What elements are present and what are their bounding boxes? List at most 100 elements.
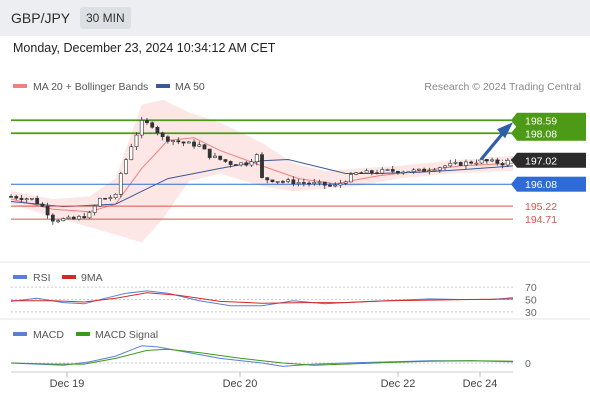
rsi-legend-label: RSI xyxy=(33,272,51,284)
candle-body xyxy=(317,181,322,184)
candle-body xyxy=(260,154,264,178)
candle-body xyxy=(406,171,411,174)
candle-body xyxy=(77,216,81,220)
candle-body xyxy=(490,159,494,162)
candle-body xyxy=(244,162,249,166)
x-tick-label: Dec 19 xyxy=(50,378,85,390)
candle-body xyxy=(87,212,92,219)
pivot-label-text: 196.08 xyxy=(525,179,557,191)
resistance-label-text: 198.08 xyxy=(525,128,557,140)
candle-body xyxy=(375,172,379,175)
candle-body xyxy=(24,198,29,201)
x-axis: Dec 19 Dec 20 Dec 22 Dec 24 xyxy=(50,372,498,390)
candle-body xyxy=(30,197,34,200)
candle-body xyxy=(464,161,468,166)
candle-body xyxy=(453,162,458,164)
candle-body xyxy=(322,181,327,186)
rsi-ma-legend-swatch xyxy=(62,275,76,279)
candle-body xyxy=(249,161,254,166)
candle-body xyxy=(113,194,118,198)
candle-body xyxy=(239,162,243,166)
last_price-label-text: 197.02 xyxy=(525,155,557,167)
candle-body xyxy=(312,182,317,184)
candle-body xyxy=(254,154,259,163)
rsi-tick-label: 50 xyxy=(525,295,537,307)
rsi-tick-label: 30 xyxy=(525,307,537,319)
rsi-panel: 705030 xyxy=(10,282,537,319)
candle-body xyxy=(416,168,421,171)
candle-body xyxy=(213,155,217,158)
candle-body xyxy=(390,169,395,172)
candle-body xyxy=(369,170,374,174)
candle-body xyxy=(233,164,238,166)
macd-legend-swatch xyxy=(13,332,27,336)
candle-body xyxy=(45,206,50,216)
forecast-arrow xyxy=(479,122,513,161)
candle-body xyxy=(458,162,463,166)
forecast-arrow-shaft xyxy=(479,133,504,161)
candle-body xyxy=(186,141,191,144)
rsi-tick-label: 70 xyxy=(525,282,537,294)
candle-body xyxy=(443,165,447,168)
candle-body xyxy=(348,174,353,183)
credit-text: Research © 2024 Trading Central xyxy=(424,81,581,93)
rsi-ma-legend-label: 9MA xyxy=(81,272,103,284)
candle-body xyxy=(354,172,359,175)
candle-body xyxy=(207,148,212,158)
candle-body xyxy=(71,216,76,220)
candle-body xyxy=(380,169,385,174)
macd-legend-label: MACD xyxy=(33,329,64,341)
candle-body xyxy=(500,163,505,166)
candle-body xyxy=(9,196,13,198)
candle-body xyxy=(40,203,45,207)
candle-body xyxy=(385,169,390,171)
ma50-legend-swatch xyxy=(156,84,170,88)
candle-body xyxy=(338,183,343,186)
candle-body xyxy=(50,214,55,222)
resistance-label-pointer xyxy=(511,112,517,128)
candle-body xyxy=(61,218,66,222)
support-label-text: 194.71 xyxy=(525,214,557,226)
candle-body xyxy=(165,136,170,142)
candle-body xyxy=(145,120,149,124)
ma20-legend-swatch xyxy=(13,84,27,88)
candle-body xyxy=(411,169,416,173)
candle-body xyxy=(218,155,223,160)
candle-body xyxy=(176,140,181,143)
x-tick-label: Dec 22 xyxy=(381,378,416,390)
candle-body xyxy=(66,216,71,219)
rsi-ma-line xyxy=(11,292,514,304)
candle-body xyxy=(307,182,311,185)
candle-body xyxy=(124,159,128,174)
candle-body xyxy=(129,146,134,161)
resistance-label-text: 198.59 xyxy=(525,115,557,127)
candle-body xyxy=(359,172,364,174)
candle-body xyxy=(401,171,406,174)
candle-body xyxy=(134,134,139,147)
candle-body xyxy=(82,216,87,219)
candle-body xyxy=(296,182,301,185)
candle-body xyxy=(192,141,196,147)
candle-body xyxy=(333,184,338,187)
candle-body xyxy=(223,159,228,162)
candle-body xyxy=(92,205,97,213)
macd-signal-legend-label: MACD Signal xyxy=(95,329,158,341)
candle-body xyxy=(160,132,165,138)
candle-body xyxy=(181,141,186,144)
x-tick-label: Dec 24 xyxy=(463,378,498,390)
candle-body xyxy=(396,171,400,174)
candle-body xyxy=(228,161,233,165)
candle-body xyxy=(19,197,24,200)
candle-body xyxy=(108,197,113,199)
candle-body xyxy=(270,179,275,183)
candle-body xyxy=(432,169,437,172)
resistance-label-pointer xyxy=(511,125,517,141)
candle-body xyxy=(139,120,144,136)
candle-body xyxy=(155,126,160,134)
pivot-label-pointer xyxy=(511,176,517,192)
candle-body xyxy=(275,181,280,183)
price-chart-svg: MA 20 + Bollinger Bands MA 50 Research ©… xyxy=(0,81,590,390)
candle-body xyxy=(150,122,155,128)
ma50-legend-label: MA 50 xyxy=(175,81,205,93)
candle-body xyxy=(484,159,489,162)
